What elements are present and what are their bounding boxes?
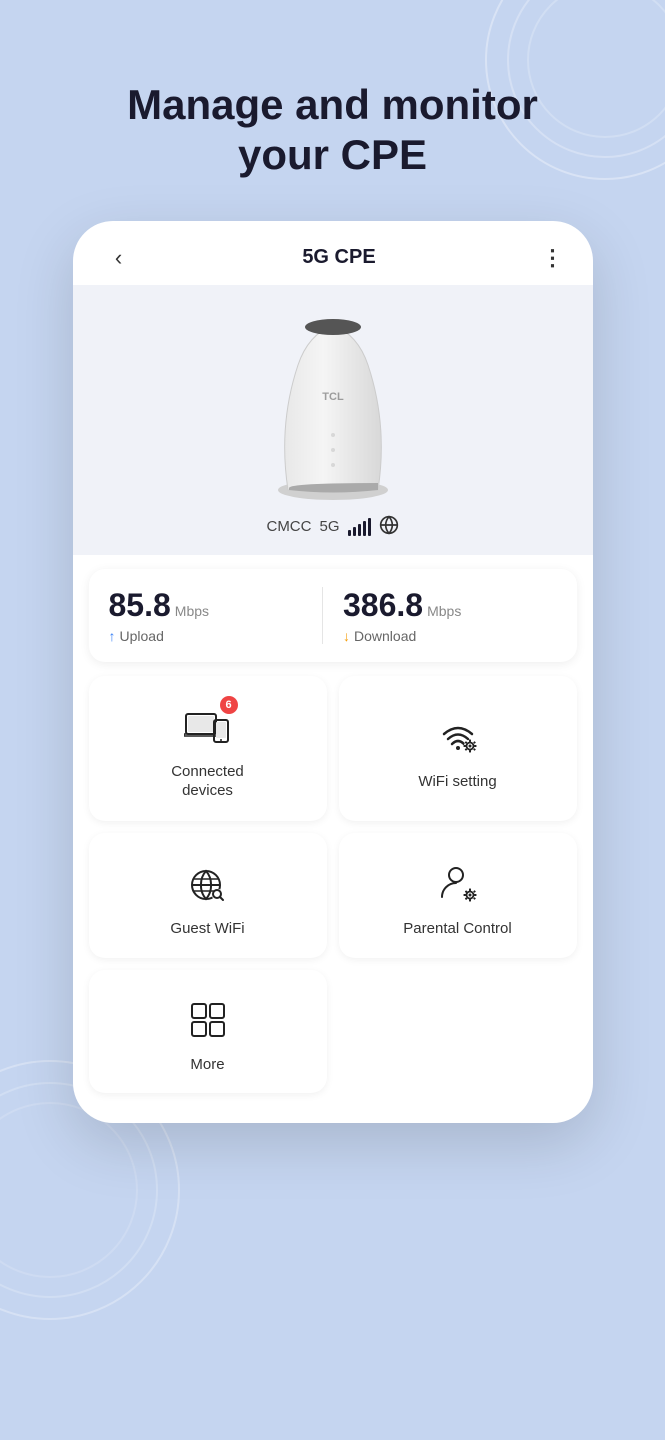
connected-devices-icon: 6 xyxy=(182,700,234,752)
guest-wifi-label: Guest WiFi xyxy=(170,919,244,939)
download-arrow-icon: ↓ xyxy=(343,628,350,644)
upload-label: Upload xyxy=(120,628,164,644)
wifi-setting-card[interactable]: WiFi setting xyxy=(339,676,577,821)
more-label: More xyxy=(190,1056,224,1073)
header-title: Manage and monitoryour CPE xyxy=(127,80,538,181)
guest-wifi-icon xyxy=(182,857,234,909)
back-button[interactable]: ‹ xyxy=(101,245,137,271)
connected-devices-badge: 6 xyxy=(220,696,238,714)
upload-speed: 85.8 Mbps ↑ Upload xyxy=(109,587,323,644)
phone-topbar: ‹ 5G CPE ⋮ xyxy=(73,221,593,285)
router-area: TCL CMCC 5G xyxy=(73,285,593,555)
carrier-label: CMCC xyxy=(266,518,311,535)
parental-control-card[interactable]: Parental Control xyxy=(339,833,577,959)
upload-arrow-icon: ↑ xyxy=(109,628,116,644)
header-section: Manage and monitoryour CPE xyxy=(127,80,538,181)
download-value: 386.8 xyxy=(343,587,423,624)
parental-control-icon xyxy=(432,857,484,909)
wifi-setting-label: WiFi setting xyxy=(418,772,496,792)
more-card[interactable]: More xyxy=(89,970,327,1093)
feature-grid: 6 Connecteddevices xyxy=(89,676,577,959)
svg-text:TCL: TCL xyxy=(322,391,344,403)
download-speed: 386.8 Mbps ↓ Download xyxy=(322,587,557,644)
wifi-setting-icon xyxy=(432,710,484,762)
globe-icon xyxy=(379,515,399,539)
download-label: Download xyxy=(354,628,416,644)
speed-card: 85.8 Mbps ↑ Upload 386.8 Mbps ↓ Download xyxy=(89,569,577,662)
upload-value: 85.8 xyxy=(109,587,171,624)
network-type-label: 5G xyxy=(319,518,339,535)
router-image: TCL xyxy=(253,305,413,505)
more-icon xyxy=(182,994,234,1046)
connected-devices-label: Connecteddevices xyxy=(171,762,244,801)
menu-button[interactable]: ⋮ xyxy=(541,245,564,271)
connected-devices-card[interactable]: 6 Connecteddevices xyxy=(89,676,327,821)
network-info: CMCC 5G xyxy=(266,515,398,539)
upload-unit: Mbps xyxy=(175,603,209,619)
phone-title: 5G CPE xyxy=(302,246,375,269)
parental-control-label: Parental Control xyxy=(403,919,511,939)
download-unit: Mbps xyxy=(427,603,461,619)
signal-bars xyxy=(348,518,371,536)
more-row: More xyxy=(89,970,577,1093)
guest-wifi-card[interactable]: Guest WiFi xyxy=(89,833,327,959)
phone-mockup: ‹ 5G CPE ⋮ TCL xyxy=(73,221,593,1124)
